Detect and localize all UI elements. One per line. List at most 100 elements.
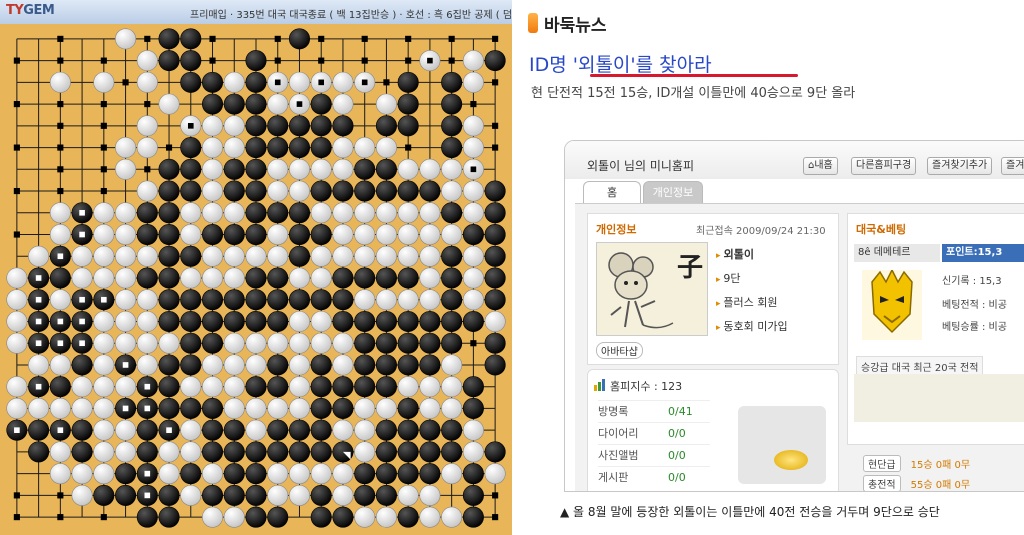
black-stone [397,354,419,376]
black-stone [267,376,289,398]
profile-title: 개인정보 [596,223,637,236]
mouse-avatar-icon [608,252,674,329]
black-stone [375,376,397,398]
white-stone [202,245,224,267]
black-stone [441,310,463,332]
white-stone [462,115,484,137]
black-stone [136,202,158,224]
black-stone [158,376,180,398]
territory-marker [13,57,20,64]
white-stone [180,202,202,224]
territory-marker [209,35,216,42]
white-stone [354,289,376,311]
territory-marker [100,144,107,151]
black-stone [397,310,419,332]
white-stone [28,245,50,267]
stat-row[interactable]: 게시판 0/0 [598,466,710,489]
stat-row[interactable]: 다이어리 0/0 [598,422,710,445]
black-stone [158,202,180,224]
white-stone [245,419,267,441]
black-stone [245,506,267,528]
black-stone [267,267,289,289]
white-stone [397,289,419,311]
black-stone [136,419,158,441]
territory-marker [165,144,173,151]
dead-stone-marker [144,492,151,499]
headline[interactable]: ID명 '외톨이'를 찾아라 [529,50,712,77]
territory-marker [144,101,151,108]
stats-title: 홈피지수 : 123 [610,380,683,393]
white-stone [202,376,224,398]
black-stone [49,376,71,398]
black-stone [441,93,463,115]
territory-marker [57,166,64,173]
black-stone [484,354,506,376]
white-stone [49,354,71,376]
black-stone [419,354,441,376]
black-stone [180,289,202,311]
white-stone [267,397,289,419]
stat-row[interactable]: 사진앨범 0/0 [598,444,710,467]
white-stone [288,180,310,202]
black-stone [202,397,224,419]
territory-marker [57,144,64,151]
white-stone [332,224,354,246]
black-stone [397,267,419,289]
gold-mask-avatar [862,268,922,340]
stat-row[interactable]: 방명록 0/41 [598,400,710,423]
black-stone [397,71,419,93]
white-stone [28,397,50,419]
white-stone [158,93,180,115]
black-stone [441,202,463,224]
add-favorite-button[interactable]: 즐겨찾기추가 [927,157,993,175]
black-stone [375,310,397,332]
black-stone [288,202,310,224]
black-stone [441,245,463,267]
black-stone [484,180,506,202]
black-stone [202,441,224,463]
black-stone [180,332,202,354]
white-stone [49,224,71,246]
record-label: 총전적 [863,475,901,491]
record-value: 55승 0패 0무 [910,480,971,491]
logo-text-accent: GEM [23,3,55,18]
tab-profile[interactable]: 개인정보 [643,181,703,204]
browse-other-button[interactable]: 다른홈피구경 [851,157,917,175]
white-stone [71,267,93,289]
white-stone [441,158,463,180]
dead-stone-marker [79,231,85,238]
black-stone [375,158,397,180]
white-stone [202,115,224,137]
territory-marker [209,57,216,64]
dead-stone-marker [427,57,433,64]
favorite-button[interactable]: 즐겨찾 [1001,157,1024,175]
black-stone [202,289,224,311]
my-home-button[interactable]: ⌂내홈 [803,157,838,175]
black-stone [419,310,441,332]
white-stone [180,376,202,398]
go-board[interactable] [0,24,512,535]
white-stone [202,506,224,528]
white-stone [49,202,71,224]
white-stone [332,202,354,224]
profile-membership: 플러스 회원 [716,294,777,310]
territory-marker [492,514,499,521]
white-stone [441,224,463,246]
tab-home[interactable]: 홈 [583,181,641,204]
white-stone [223,332,245,354]
avatar-shop-button[interactable]: 아바타샵 [596,342,643,359]
black-stone [245,93,267,115]
black-stone [441,441,463,463]
white-stone [375,137,397,159]
white-stone [462,267,484,289]
tygem-logo: TYGEM [6,3,55,18]
black-stone [158,224,180,246]
white-stone [419,376,441,398]
territory-marker [13,144,20,151]
black-stone [484,50,506,72]
dead-stone-marker [274,79,281,86]
dead-stone-marker [79,340,85,347]
territory-marker [492,122,499,129]
black-stone [310,180,332,202]
black-stone [310,397,332,419]
